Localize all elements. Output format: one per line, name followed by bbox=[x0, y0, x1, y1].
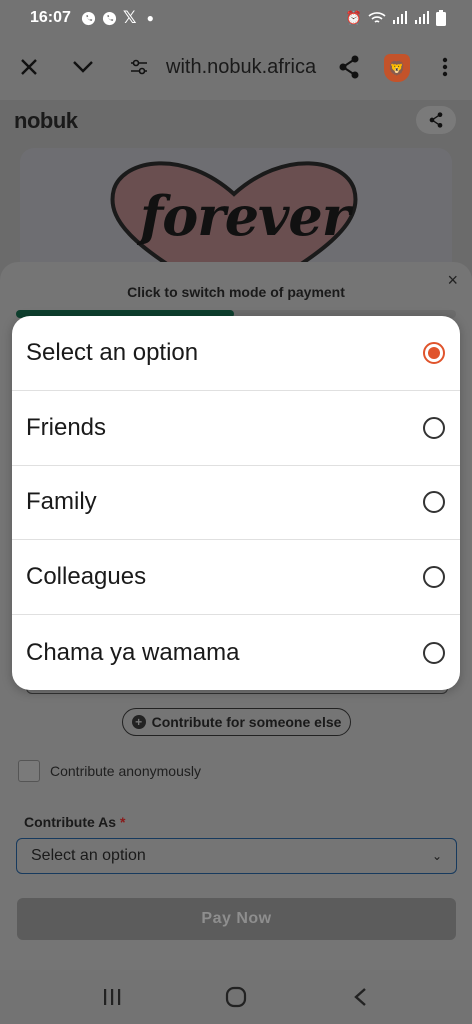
home-icon bbox=[225, 986, 247, 1008]
share-icon bbox=[339, 55, 359, 79]
browser-toolbar: with.nobuk.africa 🦁 bbox=[0, 36, 472, 100]
contribute-as-text: Contribute As bbox=[24, 814, 117, 830]
back-icon bbox=[354, 988, 366, 1006]
signal-icon bbox=[393, 11, 407, 24]
wifi-icon bbox=[368, 12, 386, 23]
radio-icon[interactable] bbox=[423, 566, 445, 589]
brave-lion-icon: 🦁 bbox=[384, 54, 410, 82]
share-button[interactable] bbox=[334, 52, 364, 82]
whatsapp-icon bbox=[81, 11, 95, 25]
page-share-button[interactable] bbox=[416, 106, 456, 134]
plus-circle-icon: + bbox=[131, 715, 146, 729]
select-value: Select an option bbox=[31, 847, 146, 864]
option-label: Chama ya wamama bbox=[26, 638, 240, 666]
pay-now-button[interactable]: Pay Now bbox=[17, 898, 456, 940]
site-settings-button[interactable] bbox=[126, 54, 152, 80]
radio-selected-icon[interactable] bbox=[423, 341, 445, 364]
anonymous-label: Contribute anonymously bbox=[50, 763, 201, 779]
option-chama-ya-wamama[interactable]: Chama ya wamama bbox=[12, 615, 460, 690]
back-button[interactable] bbox=[330, 977, 390, 1017]
anonymous-checkbox[interactable] bbox=[18, 760, 40, 782]
option-friends[interactable]: Friends bbox=[12, 391, 460, 466]
option-label: Family bbox=[26, 488, 97, 516]
anonymous-row: Contribute anonymously bbox=[18, 760, 201, 782]
battery-icon bbox=[436, 10, 446, 26]
banner-text: forever bbox=[140, 184, 350, 248]
nobuk-logo[interactable]: nobuk bbox=[14, 108, 78, 134]
x-icon: 𝕏 bbox=[122, 8, 137, 27]
option-label: Select an option bbox=[26, 338, 199, 366]
sheet-title: Click to switch mode of payment bbox=[127, 284, 345, 300]
recents-icon bbox=[104, 989, 121, 1005]
status-bar: 16:07 𝕏 ● ⏰ bbox=[0, 0, 472, 36]
option-label: Colleagues bbox=[26, 563, 147, 591]
chevron-down-icon: ⌄ bbox=[431, 849, 442, 863]
home-button[interactable] bbox=[206, 977, 266, 1017]
contribute-for-someone-label: Contribute for someone else bbox=[151, 714, 342, 730]
radio-icon[interactable] bbox=[423, 416, 445, 439]
system-nav-bar bbox=[0, 970, 472, 1024]
radio-icon[interactable] bbox=[423, 491, 445, 514]
tune-icon bbox=[131, 59, 147, 75]
whatsapp-business-icon bbox=[102, 11, 116, 25]
share-icon bbox=[429, 112, 443, 128]
contribute-for-someone-button[interactable]: + Contribute for someone else bbox=[122, 708, 351, 736]
options-dialog: Select an option Friends Family Colleagu… bbox=[12, 316, 460, 690]
brave-shields-button[interactable]: 🦁 bbox=[382, 52, 412, 84]
required-mark: * bbox=[119, 814, 126, 830]
status-time: 16:07 bbox=[30, 9, 71, 26]
radio-icon[interactable] bbox=[423, 641, 445, 664]
signal-icon bbox=[415, 11, 429, 24]
option-label: Friends bbox=[26, 413, 107, 441]
more-menu-button[interactable] bbox=[432, 52, 458, 82]
option-family[interactable]: Family bbox=[12, 466, 460, 541]
minimize-button[interactable] bbox=[68, 52, 98, 82]
notification-icons: 𝕏 ● bbox=[81, 8, 154, 28]
close-tab-button[interactable] bbox=[14, 52, 44, 82]
chevron-down-icon bbox=[73, 61, 93, 73]
more-vert-icon bbox=[442, 57, 448, 77]
contribute-as-label: Contribute As * bbox=[24, 814, 125, 830]
system-icons: ⏰ bbox=[346, 10, 446, 26]
contribute-as-select[interactable]: Select an option ⌄ bbox=[16, 838, 457, 874]
option-colleagues[interactable]: Colleagues bbox=[12, 540, 460, 616]
option-select-an-option[interactable]: Select an option bbox=[12, 316, 460, 391]
alarm-icon: ⏰ bbox=[345, 10, 362, 25]
recents-button[interactable] bbox=[82, 977, 142, 1017]
dot-icon: ● bbox=[146, 11, 154, 25]
close-icon bbox=[21, 59, 37, 75]
site-header: nobuk bbox=[0, 100, 472, 140]
url-bar[interactable]: with.nobuk.africa bbox=[166, 56, 316, 79]
